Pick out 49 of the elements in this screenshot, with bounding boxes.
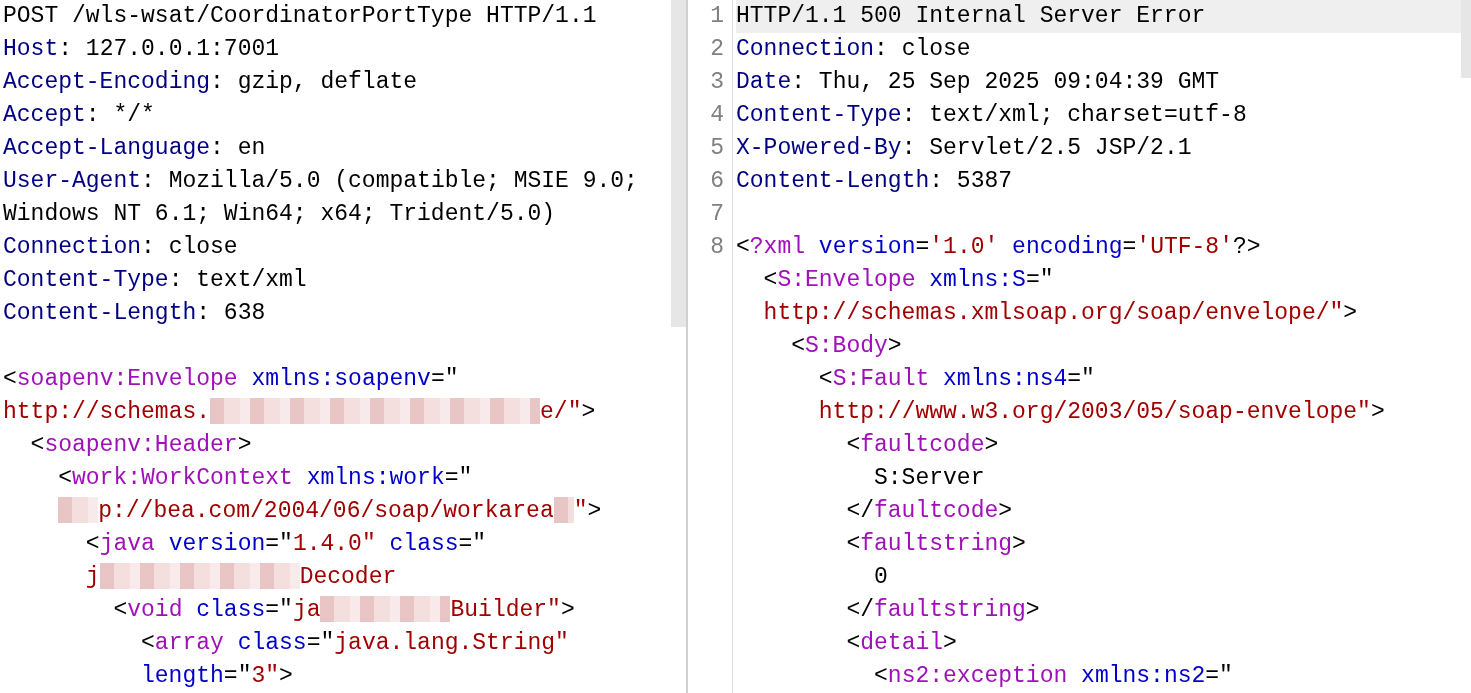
code-line: <soapenv:Envelope xmlns:soapenv=" bbox=[3, 365, 460, 394]
code-line: User-Agent: Mozilla/5.0 (compatible; MSIE 9.0; bbox=[3, 167, 639, 196]
line-number: 3 bbox=[690, 66, 733, 99]
code-line: Accept-Encoding: gzip, deflate bbox=[3, 68, 419, 97]
code-line: p://bea.com/2004/06/soap/workarea "> bbox=[3, 495, 686, 528]
code-line: http://schemas.xmlsoap.org/soap/envelope/"> bbox=[762, 299, 1359, 328]
code-line: S:Server bbox=[873, 464, 986, 493]
code-line: Content-Type: text/xml; charset=utf-8 bbox=[736, 101, 1248, 130]
code-line: <?xml version='1.0' encoding='UTF-8'?> bbox=[736, 233, 1262, 262]
code-line: </faultcode> bbox=[845, 497, 1014, 526]
code-line: <array class="java.lang.String" bbox=[140, 629, 570, 658]
code-line: <detail> bbox=[845, 629, 958, 658]
code-line: Content-Length: 5387 bbox=[736, 167, 1014, 196]
code-line: Connection: close bbox=[3, 233, 239, 262]
code-line: Connection: close bbox=[736, 35, 972, 64]
code-line: http://www.w3.org/2003/05/soap-envelope"> bbox=[817, 398, 1386, 427]
code-line: <S:Body> bbox=[790, 332, 903, 361]
code-line: <faultcode> bbox=[845, 431, 1000, 460]
code-line: Content-Type: text/xml bbox=[3, 266, 308, 295]
code-line: POST /wls-wsat/CoordinatorPortType HTTP/1.1 bbox=[3, 2, 598, 31]
line-number: 1 bbox=[690, 0, 733, 33]
code-line: X-Powered-By: Servlet/2.5 JSP/2.1 bbox=[736, 134, 1193, 163]
line-number: 8 bbox=[690, 231, 733, 264]
code-line: Content-Length: 638 bbox=[3, 299, 267, 328]
code-line: http://schemas. e/"> bbox=[3, 397, 597, 427]
code-line: Host: 127.0.0.1:7001 bbox=[3, 35, 281, 64]
code-line: <work:WorkContext xmlns:work=" bbox=[57, 464, 474, 493]
code-line: Accept: */* bbox=[3, 101, 156, 130]
line-number: 2 bbox=[690, 33, 733, 66]
code-line: <void class="ja Builder"> bbox=[112, 595, 576, 625]
code-line: <soapenv:Header> bbox=[29, 431, 253, 460]
code-line: <S:Fault xmlns:ns4=" bbox=[817, 365, 1096, 394]
code-line: <ns2:exception xmlns:ns2=" bbox=[873, 662, 1234, 691]
code-line: </faultstring> bbox=[845, 596, 1041, 625]
line-number: 5 bbox=[690, 132, 733, 165]
code-line: Date: Thu, 25 Sep 2025 09:04:39 GMT bbox=[736, 68, 1221, 97]
line-number: 4 bbox=[690, 99, 733, 132]
code-line: Accept-Language: en bbox=[3, 134, 267, 163]
line-number: 6 bbox=[690, 165, 733, 198]
code-line: length="3"> bbox=[140, 662, 294, 691]
code-line: j Decoder bbox=[84, 562, 398, 592]
scrollbar-thumb[interactable] bbox=[1461, 0, 1471, 78]
scrollbar-thumb[interactable] bbox=[671, 0, 686, 327]
code-line: <java version="1.4.0" class=" bbox=[84, 530, 488, 559]
code-line: <faultstring> bbox=[845, 530, 1027, 559]
line-number: 7 bbox=[690, 198, 733, 231]
code-line: Windows NT 6.1; Win64; x64; Trident/5.0) bbox=[3, 200, 557, 229]
code-line: 0 bbox=[873, 563, 889, 592]
code-line: <S:Envelope xmlns:S=" bbox=[762, 266, 1055, 295]
